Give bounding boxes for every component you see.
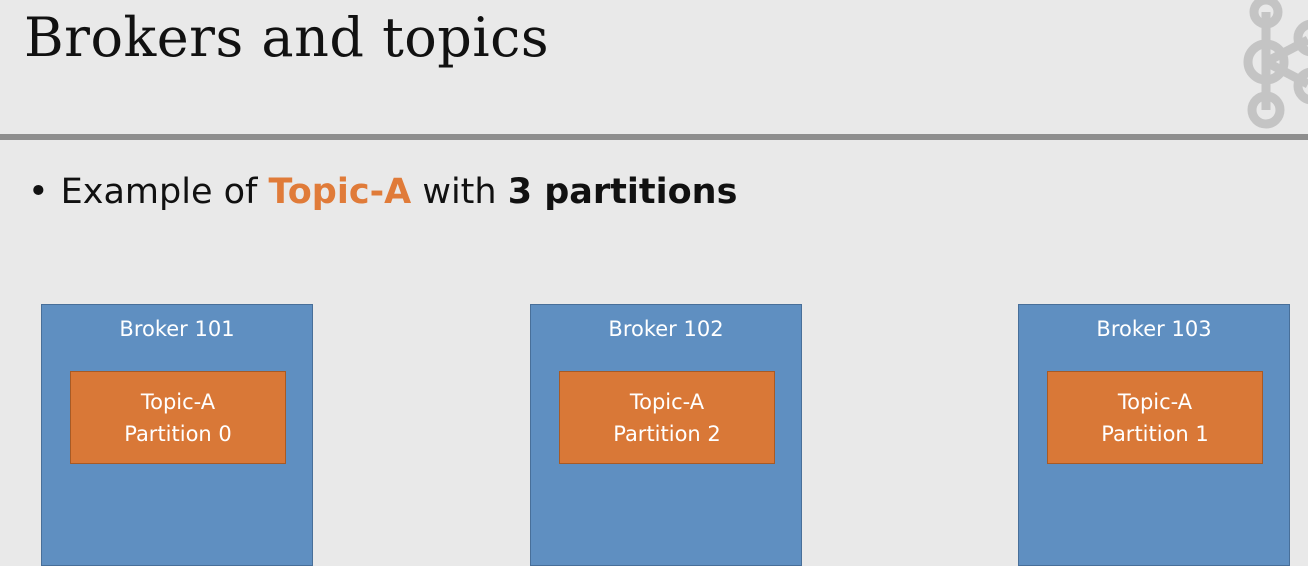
partition-topic: Topic-A — [140, 389, 216, 414]
partition-topic: Topic-A — [629, 389, 705, 414]
broker-label: Broker 101 — [119, 317, 235, 341]
partition-box: Topic-A Partition 1 — [1047, 371, 1263, 464]
broker-label: Broker 102 — [608, 317, 724, 341]
bullet-topic-name: Topic-A — [268, 172, 412, 212]
broker-label: Broker 103 — [1096, 317, 1212, 341]
partition-box: Topic-A Partition 2 — [559, 371, 775, 464]
bullet-point: • Example of Topic-A with 3 partitions — [28, 168, 737, 216]
broker-103: Broker 103 Topic-A Partition 1 — [1018, 304, 1290, 566]
partition-name: Partition 1 — [1101, 421, 1209, 446]
title-divider — [0, 134, 1308, 140]
slide-title: Brokers and topics — [24, 6, 550, 69]
kafka-logo-icon — [1243, 0, 1308, 129]
broker-101: Broker 101 Topic-A Partition 0 — [41, 304, 313, 566]
partition-name: Partition 2 — [613, 421, 721, 446]
partition-topic: Topic-A — [1117, 389, 1193, 414]
broker-102: Broker 102 Topic-A Partition 2 — [530, 304, 802, 566]
bullet-symbol: • — [28, 172, 49, 212]
partition-name: Partition 0 — [124, 421, 232, 446]
bullet-prefix: Example of — [60, 172, 269, 212]
bullet-middle: with — [411, 172, 508, 212]
bullet-partition-count: 3 partitions — [507, 172, 738, 212]
partition-box: Topic-A Partition 0 — [70, 371, 286, 464]
